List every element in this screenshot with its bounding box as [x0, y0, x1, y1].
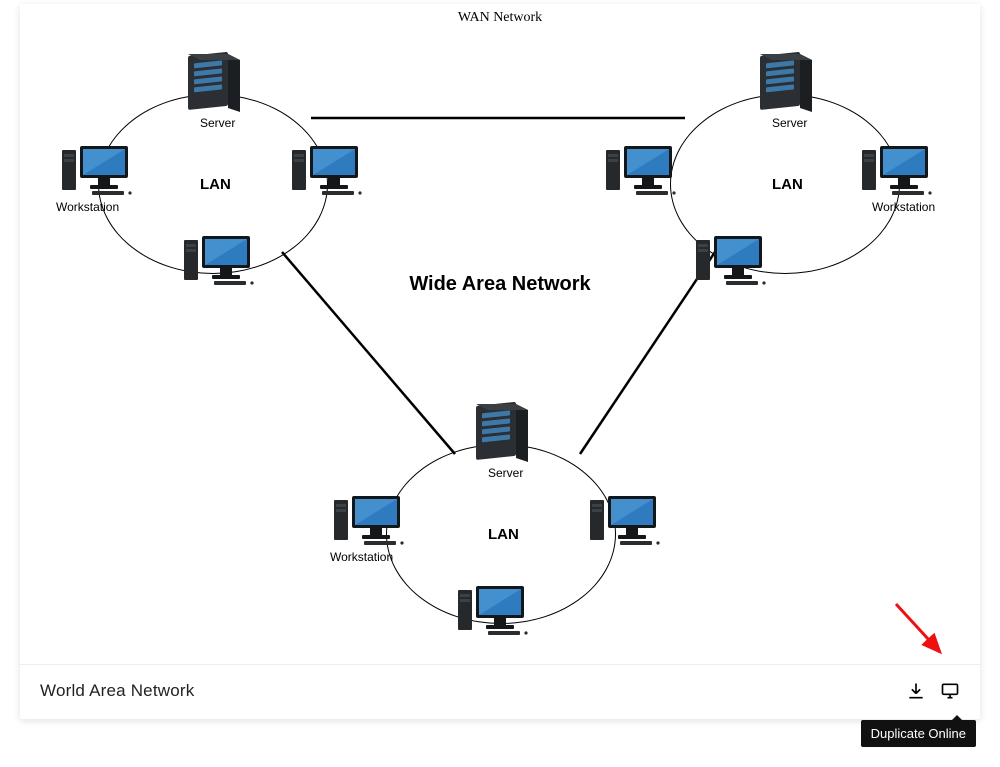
tooltip-duplicate-online: Duplicate Online — [861, 720, 976, 747]
lan-label-top-right: LAN — [772, 176, 803, 193]
server-label: Server — [200, 116, 235, 130]
workstation-icon — [184, 236, 258, 288]
lan-label-top-left: LAN — [200, 176, 231, 193]
workstation-label: Workstation — [56, 200, 119, 214]
workstation-icon — [590, 496, 664, 548]
footer-actions — [906, 681, 960, 701]
lan-label-bottom: LAN — [488, 526, 519, 543]
card-footer: World Area Network Duplicate Online — [20, 664, 980, 719]
workstation-icon — [458, 586, 532, 638]
server-icon — [760, 50, 814, 116]
annotation-arrow — [888, 596, 958, 664]
center-caption-l1: Wide Area Network — [409, 273, 590, 295]
duplicate-online-button[interactable] — [940, 681, 960, 701]
server-icon — [188, 50, 242, 116]
server-label: Server — [488, 466, 523, 480]
download-icon — [906, 681, 926, 701]
monitor-icon — [940, 681, 960, 701]
workstation-label: Workstation — [872, 200, 935, 214]
workstation-icon — [862, 146, 936, 198]
server-icon — [476, 400, 530, 466]
workstation-icon — [62, 146, 136, 198]
workstation-label: Workstation — [330, 550, 393, 564]
diagram-canvas: WAN Network Wide Area Network LAN Server… — [20, 4, 980, 664]
diagram-card: WAN Network Wide Area Network LAN Server… — [20, 4, 980, 719]
center-caption: Wide Area Network — [409, 272, 590, 297]
workstation-icon — [334, 496, 408, 548]
diagram-title: WAN Network — [458, 10, 542, 26]
workstation-icon — [292, 146, 366, 198]
download-button[interactable] — [906, 681, 926, 701]
workstation-icon — [606, 146, 680, 198]
server-label: Server — [772, 116, 807, 130]
workstation-icon — [696, 236, 770, 288]
card-title: World Area Network — [40, 681, 194, 701]
